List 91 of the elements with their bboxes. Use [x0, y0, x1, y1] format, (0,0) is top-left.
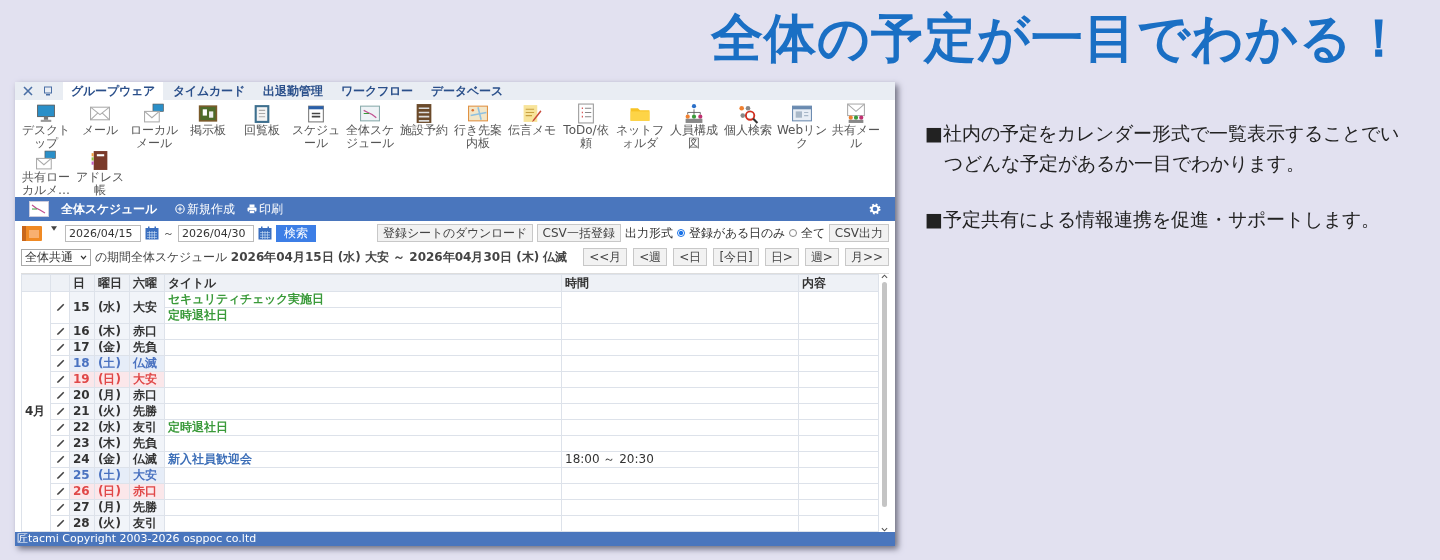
- group-select[interactable]: 全体共通: [21, 248, 91, 266]
- chevron-icon: [80, 254, 87, 260]
- nav-button[interactable]: [今日]: [713, 248, 759, 266]
- period-text: の期間全体スケジュール 2026年04月15日 (水) 大安 ～ 2026年04月30日 (木) 仏滅: [95, 248, 568, 266]
- event-title[interactable]: セキュリティチェック実施日: [165, 292, 561, 307]
- period-calendar-icon[interactable]: [21, 224, 43, 242]
- launcher-item[interactable]: 回覧板: [235, 103, 289, 150]
- monitor-icon: [35, 103, 57, 124]
- import-button[interactable]: CSV一括登録: [536, 224, 621, 242]
- launcher-item[interactable]: 全体スケジュール: [343, 103, 397, 150]
- end-date-field[interactable]: 2026/04/30: [178, 224, 254, 242]
- launcher-item[interactable]: メール: [73, 103, 127, 150]
- print-button[interactable]: 印刷: [247, 200, 283, 218]
- column-header: 日: [69, 274, 95, 292]
- radio-button[interactable]: [676, 229, 685, 237]
- nav-button[interactable]: <週: [633, 248, 668, 266]
- nav-button[interactable]: <<月: [583, 248, 628, 266]
- launcher-item[interactable]: ローカルメール: [127, 103, 181, 150]
- headline: 全体の予定が一目でわかる！: [711, 7, 1406, 70]
- event-title[interactable]: 新入社員歓迎会: [165, 452, 561, 467]
- memo-icon: [521, 103, 543, 124]
- board-icon: [197, 103, 219, 124]
- nav-button[interactable]: 日>: [764, 248, 799, 266]
- column-header: タイトル: [164, 274, 562, 292]
- calendar-icon[interactable]: [258, 226, 272, 240]
- launcher-item[interactable]: 個人検索: [721, 103, 775, 150]
- output-label: 出力形式: [624, 224, 673, 242]
- tab[interactable]: ワークフロー: [333, 82, 421, 100]
- start-date-field[interactable]: 2026/04/15: [65, 224, 141, 242]
- people-search-icon: [737, 103, 759, 124]
- bullet-text: ■予定共有による情報連携を促進・サポートします。: [925, 207, 1381, 232]
- tab[interactable]: グループウェア: [63, 82, 163, 100]
- month-cell: 4月: [21, 291, 51, 532]
- download-button[interactable]: 登録シートのダウンロード: [376, 224, 533, 242]
- launcher-item[interactable]: Webリンク: [775, 103, 829, 150]
- range-separator: ～: [163, 225, 174, 241]
- event-title[interactable]: 定時退社日: [165, 307, 561, 323]
- printer-icon: [247, 204, 257, 214]
- pencil-icon[interactable]: [55, 303, 65, 312]
- launcher-item[interactable]: アドレス帳: [73, 150, 127, 197]
- mail-monitor-icon: [35, 150, 57, 171]
- event-title[interactable]: 定時退社日: [165, 420, 561, 435]
- launcher-item[interactable]: デスクトップ: [19, 103, 73, 150]
- checklist-icon: [575, 103, 597, 124]
- launcher-item[interactable]: スケジュール: [289, 103, 343, 150]
- bullet-text: ■社内の予定をカレンダー形式で一覧表示することでいつどんな予定があるか一目でわかります。: [925, 121, 1400, 176]
- caret-icon[interactable]: [51, 226, 57, 231]
- radio-button[interactable]: [788, 229, 797, 237]
- nav-button[interactable]: 月>>: [844, 248, 889, 266]
- close-icon[interactable]: [23, 86, 33, 96]
- tab[interactable]: 出退勤管理: [255, 82, 331, 100]
- calendar-icon[interactable]: [145, 226, 159, 240]
- settings-icon[interactable]: [869, 203, 881, 215]
- launcher-item[interactable]: 施設予約: [397, 103, 451, 150]
- time-cell: 18:00 ～ 20:30: [565, 452, 654, 466]
- copyright-text: 匠tacmi Copyright 2003-2026 osppoc co.ltd: [17, 532, 257, 545]
- launcher-item[interactable]: 共有メール: [829, 103, 883, 150]
- new-button[interactable]: 新規作成: [175, 200, 235, 218]
- window-icon[interactable]: [43, 86, 53, 96]
- launcher-item[interactable]: ToDo/依頼: [559, 103, 613, 150]
- launcher-item[interactable]: 共有ローカルメ…: [19, 150, 73, 197]
- column-header: 六曜: [129, 274, 165, 292]
- scroll-down-icon[interactable]: [880, 527, 888, 532]
- export-button[interactable]: CSV出力: [828, 224, 889, 242]
- mail-monitor-icon: [143, 103, 165, 124]
- column-header: 曜日: [94, 274, 130, 292]
- launcher-item[interactable]: 行き先案内板: [451, 103, 505, 150]
- radio-label[interactable]: 全て: [800, 224, 825, 242]
- chart-icon: [359, 103, 381, 124]
- shared-mail-icon: [845, 103, 867, 124]
- plus-circle-icon: [175, 204, 185, 214]
- nav-button[interactable]: 週>: [804, 248, 839, 266]
- nav-button[interactable]: <日: [673, 248, 708, 266]
- map-icon: [467, 103, 489, 124]
- scroll-up-icon[interactable]: [880, 274, 888, 279]
- launcher-item[interactable]: 伝言メモ: [505, 103, 559, 150]
- calendar-icon: [305, 103, 327, 124]
- search-button[interactable]: 検索: [276, 224, 316, 242]
- tab[interactable]: データベース: [423, 82, 511, 100]
- chart-icon: [29, 201, 49, 217]
- launcher-item[interactable]: 人員構成図: [667, 103, 721, 150]
- column-header: 時間: [561, 274, 799, 292]
- browser-icon: [791, 103, 813, 124]
- tab[interactable]: タイムカード: [165, 82, 253, 100]
- scrollbar[interactable]: [879, 274, 889, 532]
- org-chart-icon: [683, 103, 705, 124]
- launcher-item[interactable]: 掲示板: [181, 103, 235, 150]
- page-title: 全体スケジュール: [61, 200, 157, 218]
- column-header: 内容: [798, 274, 879, 292]
- launcher-item[interactable]: ネットフォルダ: [613, 103, 667, 150]
- radio-label[interactable]: 登録がある日のみ: [688, 224, 785, 242]
